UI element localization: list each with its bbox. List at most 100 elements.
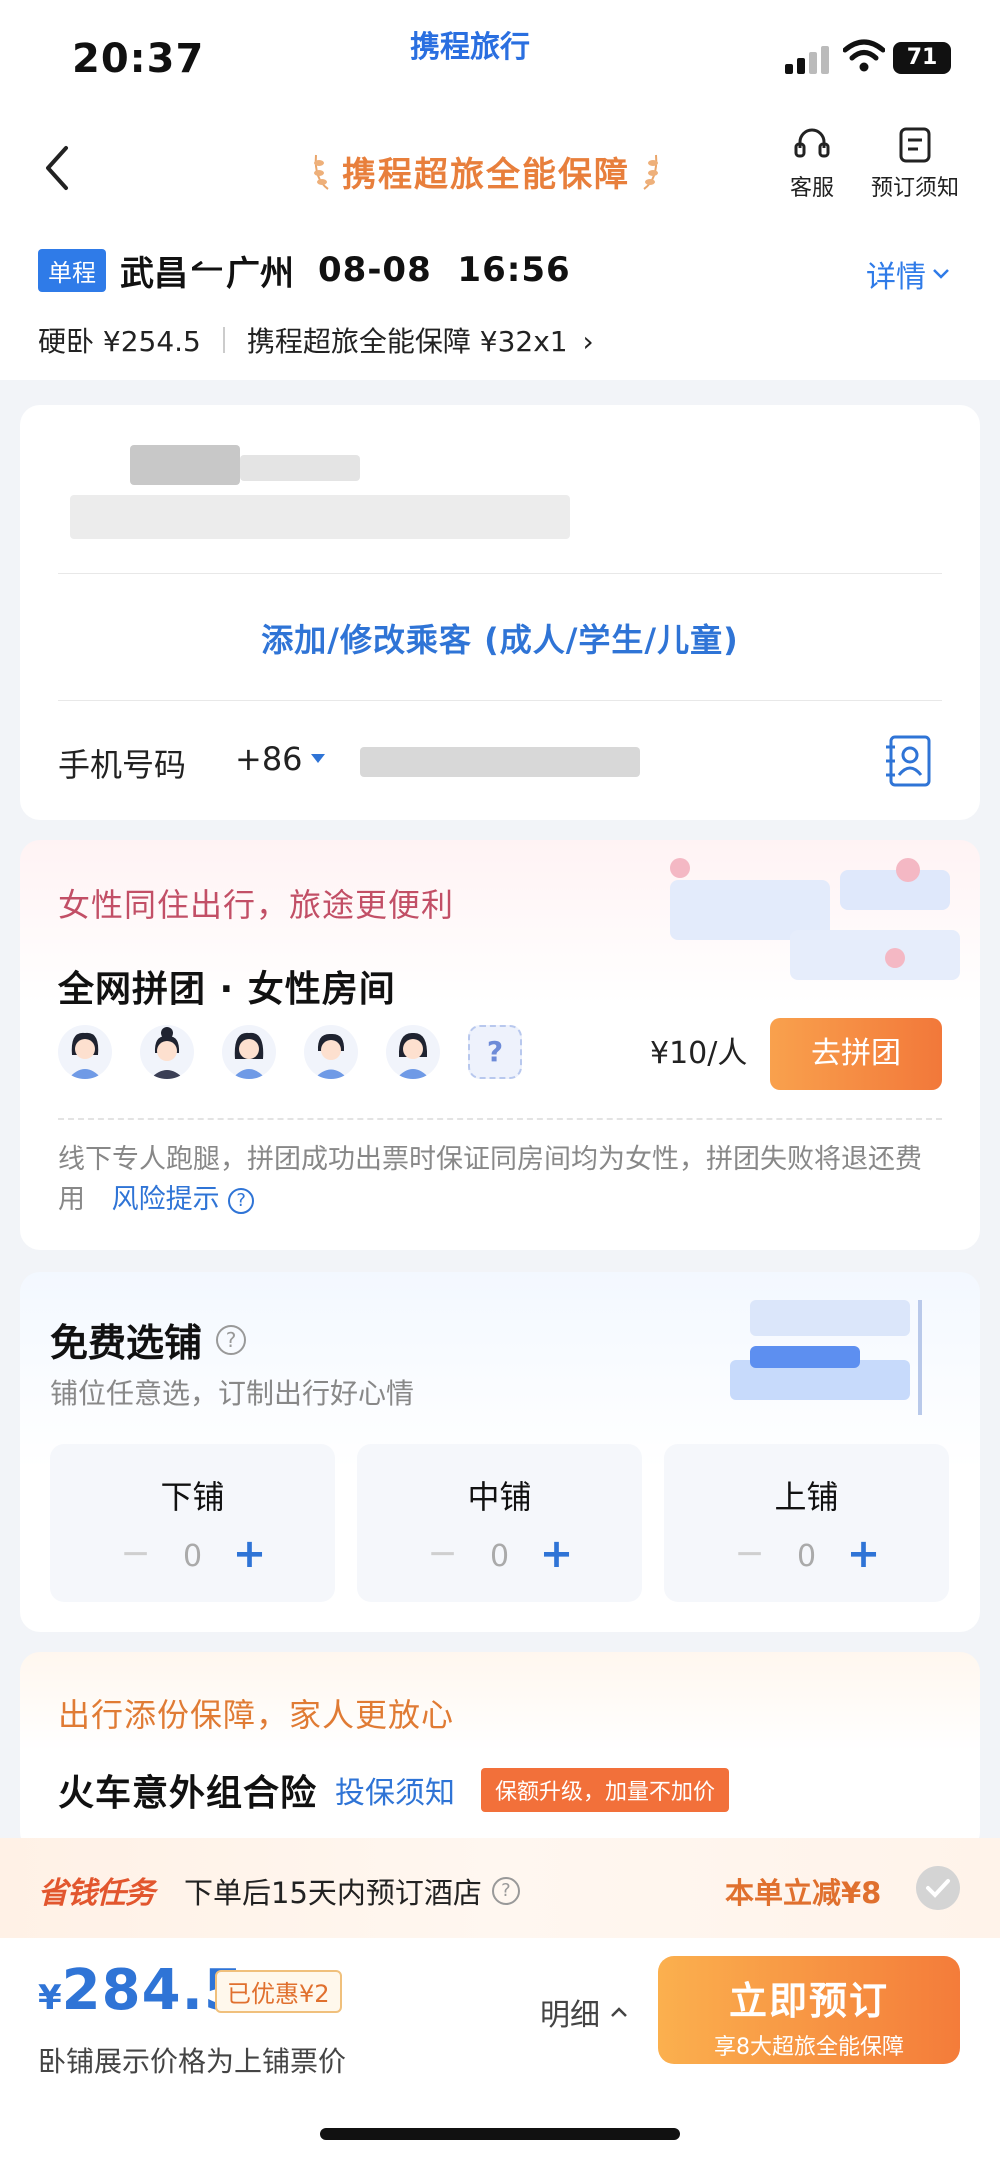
risk-notice-link[interactable]: 风险提示 ? (112, 1184, 255, 1215)
trip-detail-link[interactable]: 详情 (866, 252, 950, 296)
berth-name: 上铺 (774, 1478, 839, 1516)
increment-button[interactable]: + (230, 1534, 270, 1576)
book-now-label: 立即预订 (728, 1979, 889, 2023)
divider (58, 700, 942, 701)
berth-stepper: − 0 + (357, 1534, 642, 1576)
discount-badge: 已优惠¥2 (215, 1970, 342, 2013)
chevron-up-icon (611, 2007, 627, 2017)
divider (58, 573, 942, 574)
booking-notice-button[interactable]: 预订须知 (860, 126, 970, 202)
trip-destination: 广州 (226, 253, 294, 294)
female-group-subtitle: 全网拼团 · 女性房间 (58, 969, 396, 1010)
status-time: 20:37 (72, 36, 205, 82)
price-detail-toggle[interactable]: 明细 (540, 1990, 628, 2034)
join-group-button[interactable]: 去拼团 (770, 1018, 942, 1090)
booking-notice-label: 预订须知 (870, 176, 959, 201)
phone-input-redacted[interactable] (360, 747, 640, 777)
header-section: 20:37 携程旅行 71 携程超旅全能保障 客服 预订须知 单程 武昌 广州 … (0, 0, 1000, 380)
passenger-info-redacted (240, 455, 360, 481)
avatar (222, 1025, 276, 1079)
avatar (140, 1025, 194, 1079)
insurance-row: 火车意外组合险 投保须知 保额升级，加量不加价 (58, 1764, 730, 1816)
passenger-info-redacted (130, 445, 240, 485)
insurance-title: 出行添份保障，家人更放心 (58, 1696, 455, 1734)
increment-button[interactable]: + (844, 1534, 884, 1576)
risk-notice-label: 风险提示 (111, 1184, 220, 1215)
avatar (58, 1025, 112, 1079)
caret-down-icon (310, 754, 325, 763)
trip-type-badge: 单程 (38, 248, 106, 292)
question-icon: ? (228, 1187, 255, 1214)
battery-icon: 71 (893, 42, 951, 74)
book-now-button[interactable]: 立即预订 享8大超旅全能保障 (658, 1956, 960, 2064)
avatar (386, 1025, 440, 1079)
route-arrow-icon (192, 261, 222, 271)
increment-button[interactable]: + (537, 1534, 577, 1576)
berth-name: 下铺 (160, 1478, 225, 1516)
customer-service-button[interactable]: 客服 (782, 126, 842, 202)
empty-slot-icon: ? (468, 1025, 522, 1079)
berth-selection-card: 免费选铺 ? 铺位任意选，订制出行好心情 下铺 − 0 + 中铺 − 0 + 上… (20, 1272, 980, 1632)
add-passenger-button[interactable]: 添加/修改乘客 (成人/学生/儿童) (20, 615, 980, 661)
phone-label: 手机号码 (58, 746, 187, 784)
insurance-price-text: 携程超旅全能保障 ¥32x1 (246, 325, 568, 358)
checkout-bar: ¥ 284.5 已优惠¥2 卧铺展示价格为上铺票价 明细 立即预订 享8大超旅全… (0, 1938, 1000, 2164)
berth-option-lower: 下铺 − 0 + (50, 1444, 335, 1602)
berth-stepper: − 0 + (50, 1534, 335, 1576)
saving-task-bar[interactable]: 省钱任务 下单后15天内预订酒店 ? 本单立减¥8 (0, 1838, 1000, 1938)
notice-doc-icon (899, 127, 931, 163)
saving-task-logo: 省钱任务 (38, 1876, 155, 1911)
berth-title: 免费选铺 ? (50, 1312, 247, 1367)
book-now-sublabel: 享8大超旅全能保障 (714, 2035, 904, 2060)
chevron-right-icon: › (582, 325, 594, 358)
help-icon[interactable]: ? (216, 1324, 247, 1355)
insurance-tag: 保额升级，加量不加价 (481, 1768, 730, 1812)
trip-datetime: 08-08 16:56 (318, 250, 571, 290)
insurance-card: 出行添份保障，家人更放心 火车意外组合险 投保须知 保额升级，加量不加价 (20, 1652, 980, 1852)
female-group-card: 女性同住出行，旅途更便利 全网拼团 · 女性房间 ? ¥10/人 去拼团 线下专… (20, 840, 980, 1250)
check-circle-icon[interactable] (916, 1866, 960, 1910)
country-code-value: +86 (235, 740, 303, 778)
chevron-down-icon (933, 269, 949, 279)
berth-name: 中铺 (467, 1478, 532, 1516)
saving-task-desc: 下单后15天内预订酒店 (184, 1876, 482, 1910)
berth-stepper: − 0 + (664, 1534, 949, 1576)
country-code-select[interactable]: +86 (235, 740, 325, 778)
contact-book-icon[interactable] (883, 733, 935, 789)
berth-option-middle: 中铺 − 0 + (357, 1444, 642, 1602)
passenger-info-redacted (70, 495, 570, 539)
help-icon[interactable]: ? (491, 1877, 520, 1905)
decrement-button[interactable]: − (116, 1536, 156, 1576)
back-arrow-icon[interactable] (38, 138, 78, 198)
currency-symbol: ¥ (38, 1978, 62, 2018)
decrement-button[interactable]: − (423, 1536, 463, 1576)
price-note: 卧铺展示价格为上铺票价 (38, 2045, 347, 2078)
female-room-illustration (670, 858, 960, 980)
total-price: ¥ 284.5 (38, 1958, 244, 2023)
insurance-price-link[interactable]: 携程超旅全能保障 ¥32x1 › (247, 320, 594, 360)
app-brand-logo: 携程旅行 (410, 30, 530, 65)
avatar (304, 1025, 358, 1079)
insurance-notice-link[interactable]: 投保须知 (335, 1768, 455, 1812)
trip-detail-label: 详情 (866, 260, 926, 295)
berth-title-text: 免费选铺 (50, 1321, 203, 1365)
decrement-button[interactable]: − (730, 1536, 770, 1576)
laurel-left-icon (314, 154, 329, 190)
berth-option-upper: 上铺 − 0 + (664, 1444, 949, 1602)
female-group-title: 女性同住出行，旅途更便利 (58, 886, 455, 924)
status-bar: 20:37 携程旅行 71 (0, 0, 1000, 110)
insurance-name: 火车意外组合险 (58, 1773, 318, 1814)
female-group-note: 线下专人跑腿，拼团成功出票时保证同房间均为女性，拼团失败将退还费用 风险提示 ? (58, 1140, 938, 1220)
trip-summary: 单程 武昌 广州 08-08 16:56 (38, 248, 571, 294)
wifi-icon (843, 39, 885, 72)
page-title-text: 携程超旅全能保障 (342, 154, 630, 195)
bunk-bed-illustration (730, 1300, 922, 1415)
dashed-divider (58, 1118, 942, 1120)
cellular-signal-icon (785, 44, 833, 74)
home-indicator[interactable] (320, 2128, 680, 2140)
group-price: ¥10/人 (650, 1036, 748, 1071)
laurel-right-icon (643, 154, 658, 190)
saving-task-text: 下单后15天内预订酒店 ? (184, 1870, 520, 1912)
saving-amount: 本单立减¥8 (725, 1876, 882, 1910)
price-detail-label: 明细 (540, 1998, 600, 2033)
